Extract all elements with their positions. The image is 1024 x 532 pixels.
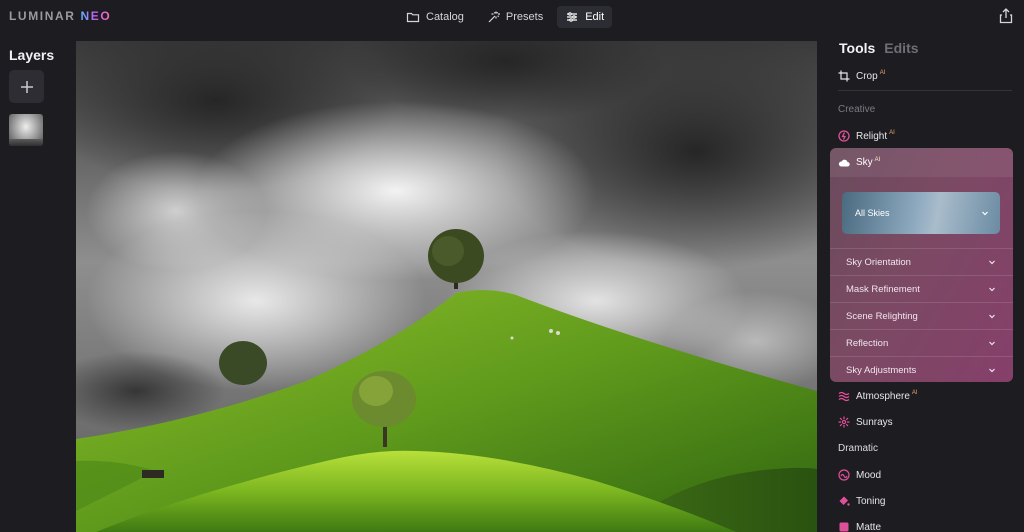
mask-refinement-label: Mask Refinement bbox=[846, 283, 920, 295]
atmosphere-icon bbox=[838, 391, 850, 402]
scene-relighting-row[interactable]: Scene Relighting bbox=[830, 302, 1013, 329]
sky-select-dropdown[interactable]: All Skies bbox=[842, 192, 1000, 234]
sliders-icon bbox=[567, 12, 578, 22]
tool-matte[interactable]: Matte bbox=[838, 518, 881, 532]
nav-presets[interactable]: Presets bbox=[478, 6, 551, 28]
nav-catalog-label: Catalog bbox=[426, 11, 464, 23]
atmosphere-ai-badge: AI bbox=[911, 390, 918, 396]
paint-bucket-icon bbox=[839, 496, 850, 506]
crop-icon bbox=[838, 70, 850, 82]
tool-toning[interactable]: Toning bbox=[838, 492, 885, 510]
nav-edit[interactable]: Edit bbox=[557, 6, 613, 28]
chevron-down-icon bbox=[989, 314, 995, 319]
nav-edit-label: Edit bbox=[585, 11, 605, 23]
tool-mood[interactable]: Mood bbox=[838, 466, 881, 484]
tool-relight[interactable]: Relight AI bbox=[838, 127, 895, 145]
layer-thumbnail[interactable] bbox=[9, 114, 43, 146]
relight-ai-badge: AI bbox=[889, 130, 895, 136]
sky-ai-badge: AI bbox=[874, 156, 881, 163]
tool-crop[interactable]: Crop AI bbox=[838, 67, 885, 85]
chevron-down-icon bbox=[989, 368, 995, 373]
nav-presets-label: Presets bbox=[505, 11, 544, 23]
tool-mood-label: Mood bbox=[856, 469, 882, 481]
layers-title: Layers bbox=[9, 47, 55, 63]
tool-crop-label: Crop bbox=[856, 70, 878, 82]
add-layer-button[interactable] bbox=[9, 70, 44, 103]
tool-toning-label: Toning bbox=[856, 495, 886, 507]
sky-tool-card: Sky AI All Skies Sky Orientation Mask Re… bbox=[830, 148, 1013, 382]
sky-select-value: All Skies bbox=[855, 208, 890, 218]
chevron-down-icon bbox=[982, 211, 988, 216]
top-bar: LUMINAR NEO Catalog Presets Edit bbox=[0, 0, 1024, 34]
folder-icon bbox=[406, 12, 420, 23]
tool-relight-label: Relight bbox=[856, 130, 888, 142]
reflection-label: Reflection bbox=[846, 337, 889, 349]
plus-icon bbox=[20, 80, 33, 93]
logo-main: LUMINAR bbox=[9, 9, 76, 23]
panel-tabs: Tools Edits bbox=[839, 40, 919, 56]
tab-tools[interactable]: Tools bbox=[839, 40, 875, 56]
sky-adjustments-label: Sky Adjustments bbox=[846, 364, 917, 376]
matte-icon bbox=[839, 522, 849, 532]
reflection-row[interactable]: Reflection bbox=[830, 329, 1013, 356]
tool-sunrays[interactable]: Sunrays bbox=[838, 413, 893, 431]
panel-divider bbox=[838, 90, 1012, 91]
mood-icon bbox=[838, 469, 850, 481]
tool-atmosphere-label: Atmosphere bbox=[856, 390, 910, 402]
sky-orientation-row[interactable]: Sky Orientation bbox=[830, 248, 1013, 275]
main-nav: Catalog Presets Edit bbox=[398, 6, 613, 28]
mask-refinement-row[interactable]: Mask Refinement bbox=[830, 275, 1013, 302]
section-creative: Creative bbox=[838, 104, 876, 115]
tool-atmosphere[interactable]: Atmosphere AI bbox=[838, 387, 918, 405]
sunrays-icon bbox=[838, 416, 850, 428]
sky-tool-header[interactable]: Sky AI bbox=[830, 148, 1013, 177]
magic-wand-icon bbox=[488, 11, 500, 23]
section-dramatic: Dramatic bbox=[838, 443, 879, 454]
relight-icon bbox=[838, 130, 850, 142]
tab-edits[interactable]: Edits bbox=[884, 40, 918, 56]
cloud-icon bbox=[838, 159, 850, 166]
chevron-down-icon bbox=[989, 341, 995, 346]
tools-panel: Tools Edits Crop AI Creative Relight AI … bbox=[830, 34, 1024, 532]
sky-tool-label: Sky bbox=[856, 157, 873, 168]
app-logo: LUMINAR NEO bbox=[9, 9, 111, 23]
tool-matte-label: Matte bbox=[856, 521, 882, 532]
crop-ai-badge: AI bbox=[879, 70, 886, 76]
chevron-down-icon bbox=[989, 260, 995, 265]
nav-catalog[interactable]: Catalog bbox=[398, 6, 472, 28]
tool-sunrays-label: Sunrays bbox=[856, 416, 893, 428]
landscape-photo bbox=[76, 41, 817, 532]
sky-adjustments-row[interactable]: Sky Adjustments bbox=[830, 356, 1013, 382]
logo-accent: NEO bbox=[80, 9, 112, 23]
share-icon[interactable] bbox=[999, 8, 1013, 24]
chevron-down-icon bbox=[989, 287, 995, 292]
image-canvas[interactable] bbox=[76, 41, 817, 532]
sky-orientation-label: Sky Orientation bbox=[846, 256, 911, 268]
scene-relighting-label: Scene Relighting bbox=[846, 310, 918, 322]
